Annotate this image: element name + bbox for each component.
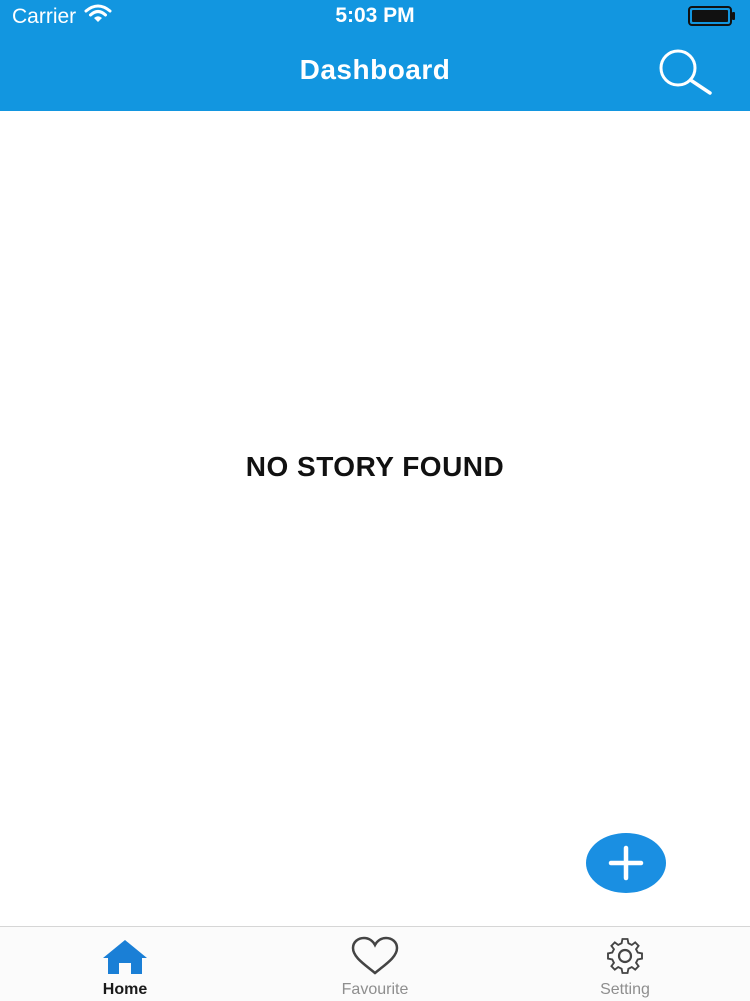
add-story-button[interactable] bbox=[586, 833, 666, 893]
story-list: NO STORY FOUND bbox=[0, 111, 750, 926]
tab-setting-label: Setting bbox=[600, 981, 650, 998]
tab-bar: Home Favourite Setting bbox=[0, 926, 750, 1001]
tab-setting[interactable]: Setting bbox=[500, 927, 750, 1001]
tab-favourite[interactable]: Favourite bbox=[250, 927, 500, 1001]
search-button[interactable] bbox=[654, 48, 716, 96]
battery-icon bbox=[688, 6, 736, 26]
app-header: Carrier 5:03 PM Dashboard bbox=[0, 0, 750, 111]
tab-home-label: Home bbox=[102, 981, 148, 998]
empty-state-message: NO STORY FOUND bbox=[245, 451, 505, 482]
search-icon bbox=[654, 49, 716, 100]
gear-icon bbox=[600, 936, 650, 976]
status-bar: Carrier 5:03 PM bbox=[0, 0, 750, 32]
status-time: 5:03 PM bbox=[335, 4, 415, 27]
heart-icon bbox=[350, 936, 400, 976]
tab-home[interactable]: Home bbox=[0, 927, 250, 1001]
home-icon bbox=[100, 936, 150, 976]
tab-favourite-label: Favourite bbox=[341, 981, 409, 998]
page-title: Dashboard bbox=[299, 54, 451, 85]
plus-icon bbox=[586, 845, 666, 897]
